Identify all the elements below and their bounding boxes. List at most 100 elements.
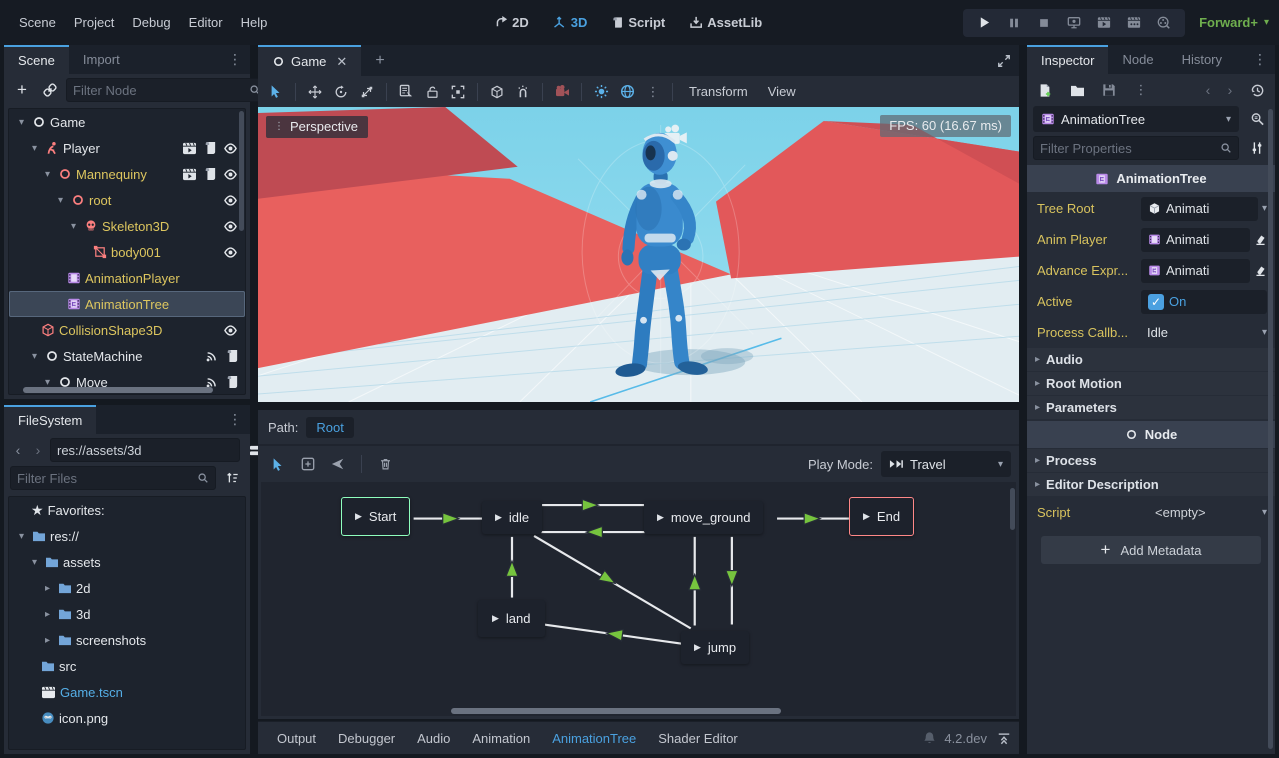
graph-hscrollbar[interactable] (451, 708, 781, 714)
play-scene-button[interactable] (1091, 12, 1117, 34)
open-scene-icon[interactable] (182, 168, 197, 181)
fs-folder-assets[interactable]: ▾ assets (9, 549, 245, 575)
inspector-vscrollbar[interactable] (1268, 109, 1273, 749)
workspace-assetlib[interactable]: AssetLib (681, 11, 770, 34)
state-machine-graph[interactable]: ▶Start ▶idle ▶move_ground ▶End ▶land ▶ju… (261, 482, 1016, 716)
property-script[interactable]: Script <empty> ▾ (1027, 497, 1275, 528)
menu-editor[interactable]: Editor (180, 11, 232, 34)
chevron-down-icon[interactable]: ▾ (15, 117, 28, 128)
history-forward-icon[interactable]: › (1223, 78, 1237, 102)
dock-menu-icon[interactable]: ⋮ (1245, 45, 1275, 74)
open-scene-icon[interactable] (182, 142, 197, 155)
environment-icon[interactable] (615, 80, 639, 104)
sm-add-node-icon[interactable] (296, 452, 320, 476)
visibility-eye-icon[interactable] (223, 142, 238, 155)
bottom-tab-debugger[interactable]: Debugger (327, 727, 406, 750)
movie-maker-button[interactable] (1151, 12, 1177, 34)
edited-resource-select[interactable]: AnimationTree ▾ (1033, 106, 1239, 132)
bottom-tab-shader-editor[interactable]: Shader Editor (647, 727, 749, 750)
play-state-icon[interactable]: ▶ (863, 511, 870, 522)
tree-node-player[interactable]: ▾ Player (9, 135, 245, 161)
nav-back-icon[interactable]: ‹ (10, 438, 26, 462)
sm-select-tool-icon[interactable] (266, 452, 290, 476)
tab-inspector[interactable]: Inspector (1027, 45, 1108, 74)
bottom-tab-audio[interactable]: Audio (406, 727, 461, 750)
selection-list-icon[interactable] (394, 80, 418, 104)
scene-tree-vscrollbar[interactable] (239, 111, 244, 231)
chevron-down-icon[interactable]: ▾ (41, 377, 54, 388)
section-parameters[interactable]: ▸Parameters (1027, 396, 1275, 419)
bottom-tab-animationtree[interactable]: AnimationTree (541, 727, 647, 750)
fs-file-icon-png[interactable]: icon.png (9, 705, 245, 731)
group-icon[interactable] (446, 80, 470, 104)
property-anim-player[interactable]: Anim Player Animati (1027, 224, 1275, 255)
view-menu[interactable]: View (759, 81, 805, 102)
chevron-down-icon[interactable]: ▾ (54, 195, 67, 206)
preview-camera-icon[interactable] (550, 80, 574, 104)
workspace-script[interactable]: Script (603, 11, 673, 34)
sun-icon[interactable] (589, 80, 613, 104)
scene-tab-game[interactable]: Game ✕ (258, 45, 361, 76)
tree-node-skeleton3d[interactable]: ▾ Skeleton3D (9, 213, 245, 239)
renderer-selector[interactable]: Forward+ ▾ (1199, 15, 1269, 30)
script-icon[interactable] (226, 375, 238, 389)
select-tool-icon[interactable] (264, 80, 288, 104)
new-scene-tab-button[interactable]: + (361, 45, 398, 76)
chevron-right-icon[interactable]: ▸ (41, 609, 54, 620)
dock-menu-icon[interactable]: ⋮ (220, 405, 250, 434)
property-tree-root[interactable]: Tree Root Animati ▾ (1027, 193, 1275, 224)
checkbox-checked-icon[interactable]: ✓ (1148, 294, 1164, 310)
rotate-tool-icon[interactable] (329, 80, 353, 104)
script-icon[interactable] (204, 167, 216, 181)
tree-node-animationplayer[interactable]: AnimationPlayer (9, 265, 245, 291)
resource-menu-icon[interactable]: ⋮ (1129, 78, 1153, 102)
play-mode-select[interactable]: Travel ▾ (881, 451, 1011, 477)
chevron-down-icon[interactable]: ▾ (67, 221, 80, 232)
section-editor-description[interactable]: ▸Editor Description (1027, 473, 1275, 496)
view-menu-icon[interactable]: ⋮ (641, 80, 665, 104)
expand-bottom-panel-icon[interactable] (997, 732, 1011, 745)
bottom-tab-output[interactable]: Output (266, 727, 327, 750)
bottom-tab-animation[interactable]: Animation (461, 727, 541, 750)
state-node-end[interactable]: ▶End (849, 497, 914, 536)
anim-player-node-picker[interactable]: Animati (1141, 228, 1250, 252)
play-custom-scene-button[interactable] (1121, 12, 1147, 34)
tab-scene[interactable]: Scene (4, 45, 69, 74)
fs-res-root[interactable]: ▾ res:// (9, 523, 245, 549)
graph-vscrollbar[interactable] (1010, 488, 1015, 530)
sort-files-icon[interactable] (220, 466, 244, 490)
instance-scene-button[interactable] (38, 78, 62, 102)
signal-icon[interactable] (205, 349, 219, 363)
history-back-icon[interactable]: ‹ (1201, 78, 1215, 102)
tree-node-statemachine[interactable]: ▾ StateMachine (9, 343, 245, 369)
script-icon[interactable] (204, 141, 216, 155)
add-metadata-button[interactable]: + Add Metadata (1041, 536, 1261, 564)
close-icon[interactable]: ✕ (336, 54, 347, 70)
tab-node[interactable]: Node (1108, 45, 1167, 74)
fs-path-input[interactable] (57, 443, 233, 458)
tree-node-collisionshape3d[interactable]: CollisionShape3D (9, 317, 245, 343)
chevron-down-icon[interactable]: ▾ (1262, 507, 1267, 518)
chevron-down-icon[interactable]: ▾ (15, 531, 28, 542)
distraction-free-icon[interactable] (989, 45, 1019, 76)
section-audio[interactable]: ▸Audio (1027, 348, 1275, 371)
property-process-callback[interactable]: Process Callb... Idle ▾ (1027, 317, 1275, 348)
chevron-down-icon[interactable]: ▾ (28, 143, 41, 154)
advance-expression-picker[interactable]: Animati (1141, 259, 1250, 283)
open-documentation-icon[interactable] (1245, 107, 1269, 131)
fs-filter-input[interactable] (17, 471, 197, 486)
tree-node-animationtree[interactable]: AnimationTree (9, 291, 245, 317)
section-root-motion[interactable]: ▸Root Motion (1027, 372, 1275, 395)
viewport-3d[interactable]: ⋮ Perspective FPS: 60 (16.67 ms) (258, 107, 1019, 402)
play-state-icon[interactable]: ▶ (694, 642, 701, 653)
chevron-down-icon[interactable]: ▾ (41, 169, 54, 180)
inspector-filter-input[interactable] (1040, 141, 1220, 156)
object-history-icon[interactable] (1245, 78, 1269, 102)
menu-help[interactable]: Help (232, 11, 277, 34)
visibility-eye-icon[interactable] (223, 168, 238, 181)
lock-icon[interactable] (420, 80, 444, 104)
chevron-down-icon[interactable]: ▾ (28, 557, 41, 568)
move-tool-icon[interactable] (303, 80, 327, 104)
tab-import[interactable]: Import (69, 45, 134, 74)
notification-bell-icon[interactable] (923, 731, 936, 745)
